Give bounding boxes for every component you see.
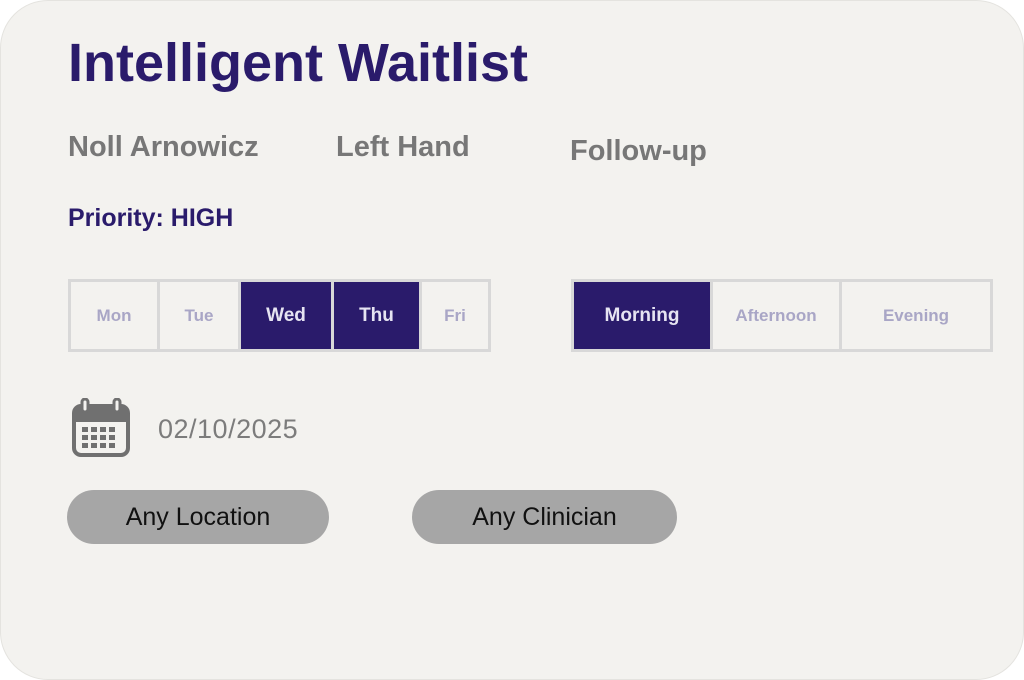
time-option-afternoon[interactable]: Afternoon (710, 282, 839, 349)
clinician-filter-button[interactable]: Any Clinician (412, 490, 677, 544)
time-option-morning[interactable]: Morning (574, 282, 710, 349)
time-of-day-selector: Morning Afternoon Evening (571, 279, 993, 352)
day-option-mon[interactable]: Mon (71, 282, 157, 349)
day-option-wed[interactable]: Wed (238, 282, 331, 349)
day-option-tue[interactable]: Tue (157, 282, 238, 349)
day-option-fri[interactable]: Fri (419, 282, 488, 349)
calendar-icon[interactable] (72, 397, 130, 458)
time-option-evening[interactable]: Evening (839, 282, 990, 349)
patient-name: Noll Arnowicz (68, 131, 259, 163)
body-part: Left Hand (336, 131, 470, 163)
date-field[interactable]: 02/10/2025 (158, 414, 298, 445)
location-filter-button[interactable]: Any Location (67, 490, 329, 544)
waitlist-card: Intelligent Waitlist Noll Arnowicz Left … (0, 0, 1024, 680)
priority-label: Priority: HIGH (68, 204, 234, 232)
day-selector: Mon Tue Wed Thu Fri (68, 279, 491, 352)
page-title: Intelligent Waitlist (68, 33, 529, 93)
visit-type: Follow-up (570, 135, 707, 167)
day-option-thu[interactable]: Thu (331, 282, 419, 349)
